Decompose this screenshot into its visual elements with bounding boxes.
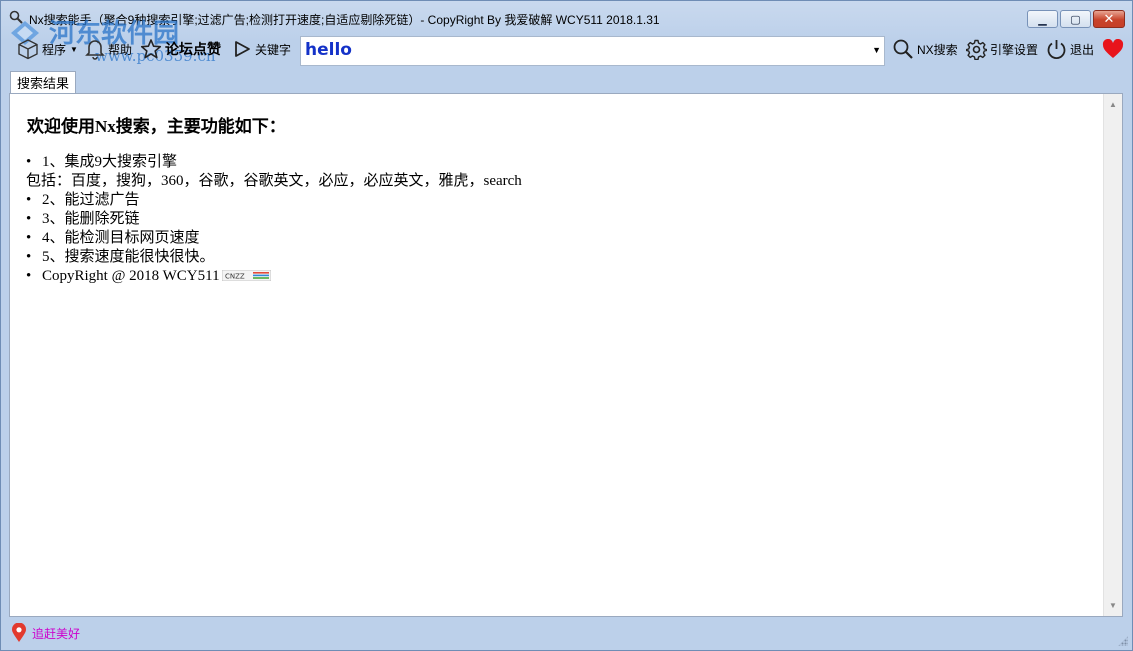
minimize-button[interactable]: ▁ [1027,10,1058,28]
list-item: 3、能删除死链 [26,210,522,229]
tab-search-results[interactable]: 搜索结果 [10,71,77,93]
toolbar: 程序 ▼ 帮助 论坛点赞 关键字 hello ▼ NX搜索 引擎设置 退出 [1,34,1132,68]
gear-icon [966,39,987,60]
heart-icon [1102,39,1124,58]
maximize-button[interactable]: ▢ [1060,10,1091,28]
resize-grip[interactable] [1118,636,1128,646]
copyright-item: CopyRight @ 2018 WCY511 CNZZ [26,267,522,286]
cnzz-badge-text: CNZZ [225,273,245,281]
program-menu-label: 程序 [42,42,67,57]
close-button[interactable]: ✕ [1093,10,1125,28]
dropdown-arrow-icon: ▼ [70,44,78,54]
results-panel: 欢迎使用Nx搜索，主要功能如下： 1、集成9大搜索引擎 包括：百度，搜狗，360… [9,93,1123,617]
maximize-icon: ▢ [1070,13,1081,26]
star-icon [140,39,162,59]
list-item: 1、集成9大搜索引擎 [26,153,522,172]
forum-like-button[interactable]: 论坛点赞 [140,34,221,64]
list-item: 2、能过滤广告 [26,191,522,210]
scroll-up-icon[interactable]: ▲ [1104,96,1122,113]
bell-icon [85,40,105,60]
combo-dropdown-icon[interactable]: ▼ [872,45,881,55]
help-label: 帮助 [108,42,133,57]
favorite-button[interactable] [1102,34,1124,64]
list-item: 4、能检测目标网页速度 [26,229,522,248]
nx-search-button[interactable]: NX搜索 [892,34,958,64]
exit-label: 退出 [1070,42,1095,57]
copyright-text: CopyRight @ 2018 WCY511 [42,268,220,284]
tab-label: 搜索结果 [17,76,70,91]
help-button[interactable]: 帮助 [85,34,132,64]
tab-strip: 搜索结果 [1,69,1132,93]
list-item: 包括：百度，搜狗，360，谷歌，谷歌英文，必应，必应英文，雅虎，search [26,173,522,189]
location-pin-icon [12,623,26,642]
close-icon: ✕ [1103,11,1115,26]
engine-settings-button[interactable]: 引擎设置 [966,34,1038,64]
search-icon [893,39,913,59]
cnzz-stats-badge[interactable]: CNZZ [221,270,271,282]
scroll-down-icon[interactable]: ▼ [1104,597,1122,614]
play-icon [235,41,250,57]
feature-list: 1、集成9大搜索引擎 包括：百度，搜狗，360，谷歌，谷歌英文，必应，必应英文，… [26,153,522,286]
app-window: Nx搜索能手（聚合9种搜索引擎;过滤广告;检测打开速度;自适应剔除死链）- Co… [0,0,1133,651]
search-input[interactable]: hello ▼ [300,36,885,66]
keyword-label: 关键字 [255,42,292,57]
list-item: 5、搜索速度能很快很快。 [26,248,522,267]
power-icon [1047,39,1066,59]
status-text: 追赶美好 [32,627,81,641]
status-bar: 追赶美好 [1,619,1132,650]
exit-button[interactable]: 退出 [1046,34,1094,64]
welcome-document: 欢迎使用Nx搜索，主要功能如下： 1、集成9大搜索引擎 包括：百度，搜狗，360… [10,94,1104,616]
nx-search-label: NX搜索 [917,42,958,57]
keyword-button[interactable]: 关键字 [232,34,291,64]
program-menu[interactable]: 程序 ▼ [17,34,78,64]
vertical-scrollbar[interactable]: ▲ ▼ [1103,94,1122,616]
search-input-value: hello [305,40,352,60]
forum-like-label: 论坛点赞 [165,41,221,57]
engine-settings-label: 引擎设置 [990,42,1039,57]
minimize-icon: ▁ [1038,13,1047,26]
cube-icon [18,39,38,60]
welcome-heading: 欢迎使用Nx搜索，主要功能如下： [27,117,286,136]
